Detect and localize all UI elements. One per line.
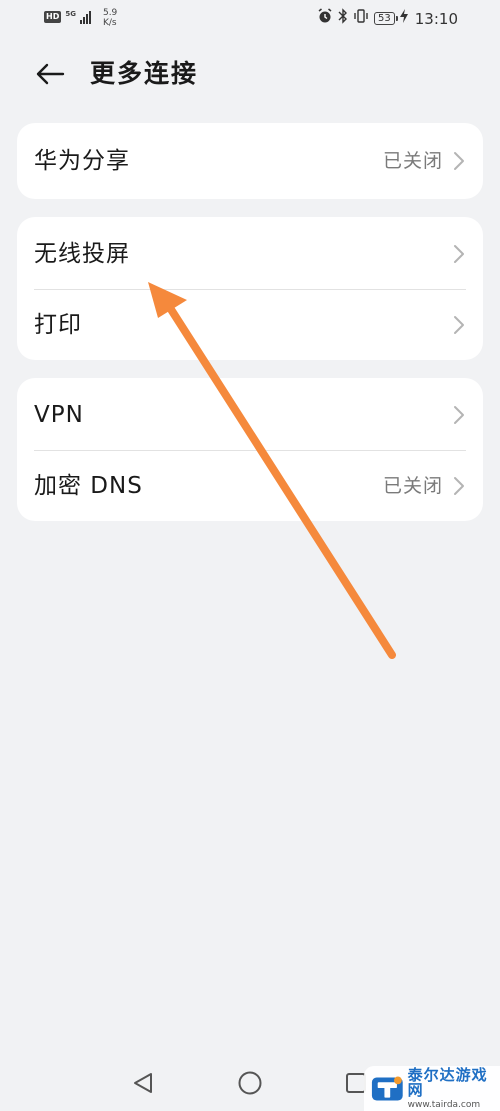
row-huawei-share[interactable]: 华为分享 已关闭	[17, 123, 483, 199]
status-left: HD 5G 5.9 K/s	[44, 8, 117, 28]
network-speed-unit: K/s	[102, 18, 117, 28]
battery-indicator: 53	[374, 12, 398, 25]
chevron-right-icon	[454, 405, 464, 424]
row-status: 已关闭	[382, 475, 443, 497]
hd-badge: HD	[44, 11, 62, 23]
row-label: 华为分享	[34, 148, 130, 174]
bluetooth-icon	[338, 8, 348, 29]
back-arrow-icon	[36, 63, 65, 85]
nav-back-button[interactable]	[128, 1068, 158, 1098]
tairda-logo-icon	[371, 1075, 403, 1101]
vibrate-icon	[353, 8, 369, 29]
status-right: 53 13:10	[317, 8, 458, 29]
network-speed-value: 5.9	[102, 8, 118, 18]
row-label: 打印	[34, 312, 82, 338]
network-type: 5G	[65, 10, 76, 18]
signal-icon	[79, 10, 91, 24]
chevron-right-icon	[454, 477, 464, 495]
row-label: 无线投屏	[34, 240, 130, 267]
chevron-right-icon	[454, 316, 464, 334]
card-projection-print: 无线投屏 打印	[17, 217, 483, 360]
nav-home-button[interactable]	[235, 1068, 265, 1098]
watermark-name: 泰尔达游戏网	[407, 1065, 488, 1099]
row-status: 已关闭	[382, 150, 443, 172]
row-wireless-projection[interactable]: 无线投屏	[17, 217, 483, 290]
row-vpn[interactable]: VPN	[17, 378, 483, 451]
back-button[interactable]	[30, 56, 70, 92]
watermark-text: 泰尔达游戏网 www.tairda.com	[407, 1065, 500, 1110]
chevron-right-icon	[454, 152, 464, 170]
header: 更多连接	[0, 50, 500, 98]
charging-icon	[399, 9, 408, 28]
row-label: VPN	[34, 401, 84, 428]
card-vpn-dns: VPN 加密 DNS 已关闭	[17, 378, 483, 521]
row-encrypted-dns[interactable]: 加密 DNS 已关闭	[17, 451, 483, 521]
clock: 13:10	[414, 9, 458, 28]
alarm-icon	[317, 8, 333, 29]
status-bar: HD 5G 5.9 K/s 53 13:10	[0, 0, 500, 36]
watermark-url: www.tairda.com	[407, 1099, 481, 1110]
card-huawei-share: 华为分享 已关闭	[17, 123, 483, 199]
chevron-right-icon	[454, 244, 464, 263]
page-title: 更多连接	[90, 59, 199, 88]
circle-home-icon	[238, 1071, 262, 1095]
row-label: 加密 DNS	[34, 473, 143, 499]
triangle-back-icon	[134, 1073, 152, 1093]
row-print[interactable]: 打印	[17, 290, 483, 360]
network-speed: 5.9 K/s	[103, 8, 117, 28]
watermark: 泰尔达游戏网 www.tairda.com	[364, 1066, 500, 1111]
